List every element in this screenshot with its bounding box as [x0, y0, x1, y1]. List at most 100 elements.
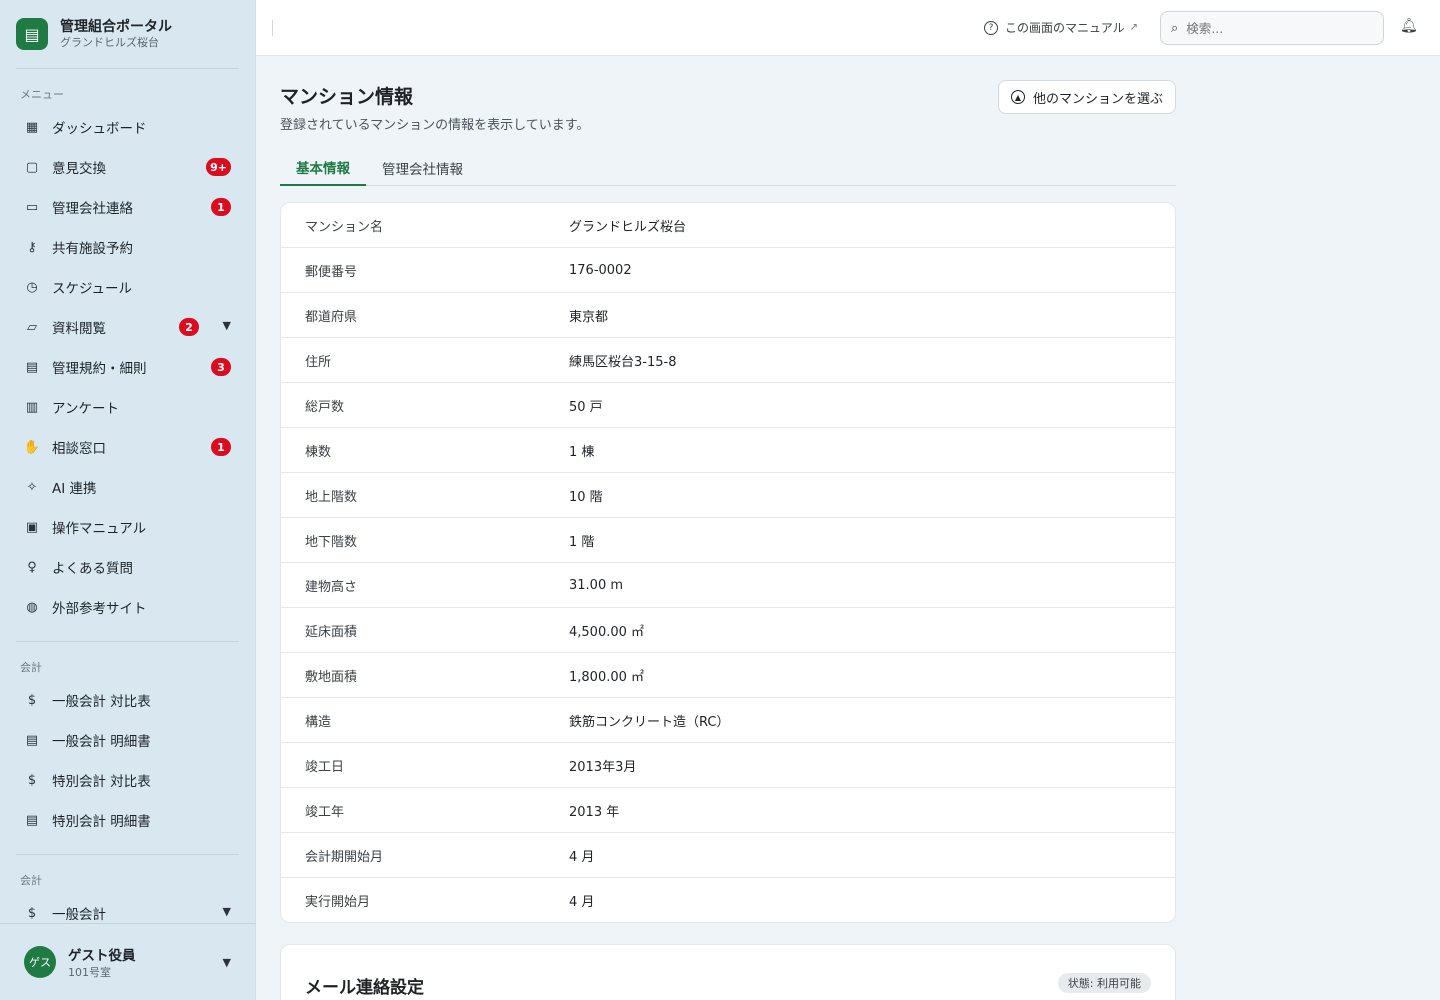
row-key: 実行開始月 [305, 894, 371, 910]
accounting-section-label: 会計 [20, 661, 42, 674]
sidebar-item[interactable]: ✋ 相談窓口 1 [16, 427, 239, 467]
count-badge: 9+ [206, 158, 231, 176]
dollar-icon: $ [27, 692, 37, 708]
row-value: 4 月 [569, 894, 595, 910]
row-value: 10 階 [569, 489, 603, 505]
sidebar-item[interactable]: ▢ 意見交換 9+ [16, 147, 239, 187]
sidebar-item[interactable]: ▥ アンケート [16, 387, 239, 427]
row-value: 4 月 [569, 849, 595, 865]
sidebar-item[interactable]: ▤ 特別会計 明細書 [16, 800, 239, 840]
page-description: 登録されているマンションの情報を表示しています。 [280, 118, 590, 133]
main-nav: ▦ ダッシュボード ▢ 意見交換 9+ ▭ 管理会社連絡 1 ⚷ 共有施設予約 ◷ スケジュール ▱ 資料… [0, 107, 255, 627]
sidebar-item-label: 意見交換 [52, 161, 106, 177]
table-row: 竣工日 2013年3月 [281, 743, 1175, 788]
sidebar-item-label: ダッシュボード [52, 121, 147, 137]
select-other-mansion-button[interactable]: ▲ 他のマンションを選ぶ [997, 80, 1176, 114]
top-header: ? この画面のマニュアル ↗ ⌕ 🔔︎ [256, 0, 1440, 56]
sidebar-item[interactable]: ⚷ 共有施設予約 [16, 227, 239, 267]
dashboard-icon: ▦ [25, 119, 39, 135]
sidebar-item[interactable]: ▱ 資料閲覧 2 ▼ [16, 307, 239, 347]
sidebar-item-label: 一般会計 [52, 907, 106, 923]
lightbulb-icon: ♀ [27, 559, 37, 575]
user-menu[interactable]: ゲス ゲスト役員 101号室 ▼ [0, 923, 255, 1000]
sidebar-item[interactable]: ▤ 管理規約・細則 3 [16, 347, 239, 387]
brand-title: 管理組合ポータル [60, 19, 172, 35]
chevron-down-icon[interactable]: ▼ [223, 905, 231, 918]
screen-manual-link[interactable]: ? この画面のマニュアル ↗ [984, 19, 1138, 36]
brand[interactable]: ▤ 管理組合ポータル グランドヒルズ桜台 [0, 0, 255, 68]
bell-icon[interactable]: 🔔︎ [1400, 18, 1418, 34]
search-icon: ⌕ [1171, 20, 1179, 36]
search-box[interactable]: ⌕ [1160, 11, 1384, 45]
row-key: マンション名 [305, 219, 384, 235]
sidebar-item-label: 一般会計 対比表 [52, 694, 151, 710]
sidebar-item[interactable]: ◍ 外部参考サイト [16, 587, 239, 627]
sidebar-item[interactable]: ▭ 管理会社連絡 1 [16, 187, 239, 227]
row-value: 2013年3月 [569, 759, 637, 775]
header-divider [272, 20, 273, 36]
folder-icon: ▱ [27, 319, 37, 335]
sidebar-item-label: AI 連携 [52, 481, 97, 497]
row-key: 棟数 [305, 444, 332, 460]
sidebar-item[interactable]: $ 特別会計 対比表 [16, 760, 239, 800]
table-row: 会計期開始月 4 月 [281, 833, 1175, 878]
row-value: 練馬区桜台3-15-8 [569, 354, 677, 370]
row-value: 2013 年 [569, 804, 620, 820]
search-input[interactable] [1186, 20, 1357, 36]
row-value: 1 棟 [569, 444, 595, 460]
globe-icon: ◍ [26, 599, 38, 615]
calendar-icon: ◷ [26, 279, 38, 295]
arrow-up-circle-icon: ▲ [1010, 90, 1025, 104]
manual-link-label: この画面のマニュアル [1005, 21, 1125, 35]
mail-settings-title: メール連絡設定 [305, 978, 424, 998]
row-key: 会計期開始月 [305, 849, 384, 865]
info-table: マンション名 グランドヒルズ桜台 郵便番号 176-0002 都道府県 東京都 住所 練馬区桜… [280, 202, 1176, 923]
chevron-down-icon[interactable]: ▼ [223, 319, 231, 332]
tabs: 基本情報 管理会社情報 [280, 150, 1176, 186]
chevron-down-icon[interactable]: ▼ [223, 956, 231, 969]
sidebar-divider [16, 854, 239, 855]
sidebar: ▤ 管理組合ポータル グランドヒルズ桜台 メニュー ▦ ダッシュボード ▢ 意見交換 9… [0, 0, 256, 1000]
sidebar-item[interactable]: ✧ AI 連携 [16, 467, 239, 507]
manual-icon: ▣ [25, 519, 39, 535]
table-row: 地上階数 10 階 [281, 473, 1175, 518]
sidebar-item[interactable]: ◷ スケジュール [16, 267, 239, 307]
key-icon: ⚷ [27, 239, 37, 255]
row-key: 竣工年 [305, 804, 345, 820]
row-key: 住所 [305, 354, 332, 370]
sidebar-item-label: アンケート [52, 401, 119, 417]
count-badge: 1 [211, 198, 231, 216]
count-badge: 3 [211, 358, 231, 376]
user-name: ゲスト役員 [68, 948, 136, 964]
document-icon: ▤ [25, 732, 39, 748]
tab-basic-info[interactable]: 基本情報 [280, 150, 366, 186]
sidebar-item[interactable]: $ 一般会計 対比表 [16, 680, 239, 720]
row-key: 構造 [305, 714, 332, 730]
accounting-nav: $ 一般会計 対比表 ▤ 一般会計 明細書 $ 特別会計 対比表 ▤ 特別会計 明細書 [0, 680, 255, 840]
sidebar-item-label: 管理規約・細則 [52, 361, 147, 377]
sidebar-item[interactable]: ▦ ダッシュボード [16, 107, 239, 147]
row-value: 東京都 [569, 309, 609, 325]
brand-subtitle: グランドヒルズ桜台 [60, 36, 159, 49]
dollar-icon: $ [27, 772, 37, 788]
sidebar-item[interactable]: ▣ 操作マニュアル [16, 507, 239, 547]
table-row: 構造 鉄筋コンクリート造（RC） [281, 698, 1175, 743]
table-row: 住所 練馬区桜台3-15-8 [281, 338, 1175, 383]
table-row: 実行開始月 4 月 [281, 878, 1175, 922]
user-room: 101号室 [68, 966, 111, 979]
sidebar-item-label: 資料閲覧 [52, 321, 106, 337]
sidebar-item[interactable]: ▤ 一般会計 明細書 [16, 720, 239, 760]
row-value: 1,800.00 ㎡ [569, 669, 645, 685]
sidebar-item-label: 共有施設予約 [52, 241, 133, 257]
row-value: 176-0002 [569, 262, 632, 278]
sidebar-item[interactable]: ♀ よくある質問 [16, 547, 239, 587]
tab-management-company[interactable]: 管理会社情報 [366, 150, 479, 186]
table-row: 郵便番号 176-0002 [281, 248, 1175, 293]
table-row: 総戸数 50 戸 [281, 383, 1175, 428]
table-row: 延床面積 4,500.00 ㎡ [281, 608, 1175, 653]
table-row: マンション名 グランドヒルズ桜台 [281, 203, 1175, 248]
row-key: 郵便番号 [305, 264, 358, 280]
row-value: 1 階 [569, 534, 595, 550]
sidebar-item-label: 操作マニュアル [52, 521, 147, 537]
sidebar-item-label: 特別会計 対比表 [52, 774, 151, 790]
